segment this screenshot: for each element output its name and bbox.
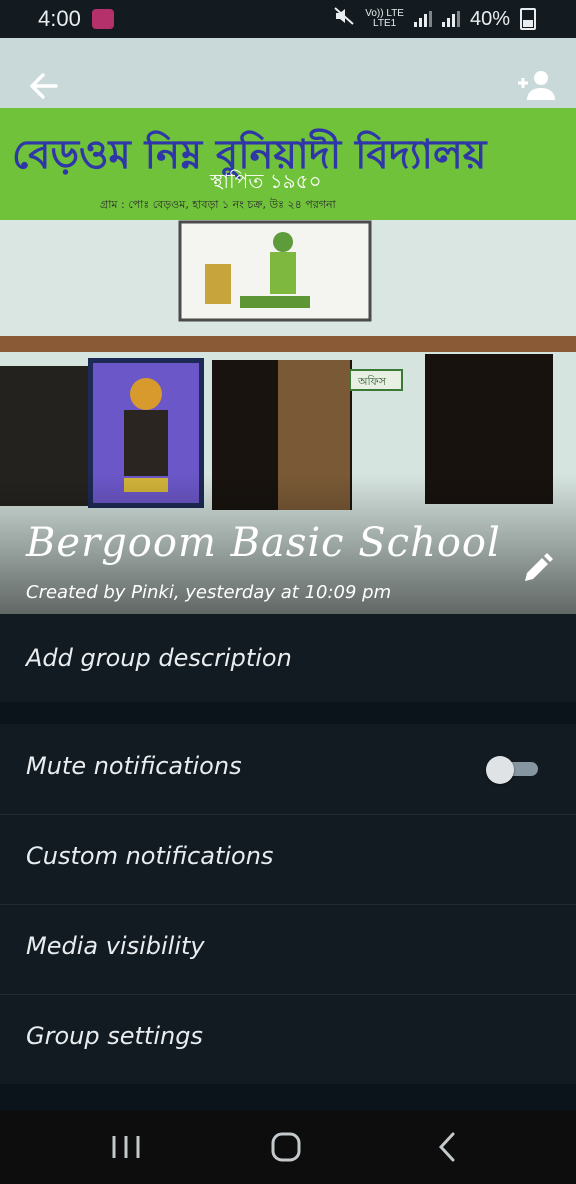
arrow-left-icon [30,73,58,99]
signal-icon-2 [441,11,460,27]
section-divider [0,702,576,724]
system-navigation-bar [0,1110,576,1184]
group-description-card[interactable]: Add group description [0,614,576,702]
recents-icon [112,1136,140,1158]
recents-button[interactable] [96,1128,156,1166]
group-settings-card: Mute notifications Custom notifications … [0,724,576,1084]
photo-address-text: গ্রাম : পোঃ বেড়ওম, হাবড়া ১ নং চক্র, উঃ… [100,198,337,211]
photo-door-sign-text: অফিস [357,375,387,388]
network-type: Vo)) LTE LTE1 [365,8,404,29]
media-visibility-label: Media visibility [26,932,205,960]
edit-group-name-button[interactable] [520,552,554,586]
signal-icon [413,11,432,27]
home-icon [271,1132,301,1162]
toggle-thumb [486,756,514,784]
back-chevron-icon [438,1132,455,1162]
add-group-description[interactable]: Add group description [26,644,292,672]
back-button[interactable] [24,66,64,106]
add-participant-button[interactable] [514,66,558,106]
group-created-text: Created by Pinki, yesterday at 10:09 pm [26,582,392,603]
section-divider-bottom [0,1084,576,1110]
mute-notifications-label: Mute notifications [26,752,242,780]
add-person-icon [518,71,555,100]
status-bar: 4:00 Vo)) LTE LTE1 40% [0,0,576,38]
system-back-button[interactable] [418,1128,478,1166]
battery-percent: 40% [469,7,510,30]
app-notification-icon [92,9,114,29]
battery-icon [520,8,536,30]
mute-notifications-toggle[interactable] [486,756,538,784]
mute-vibrate-icon [333,6,355,32]
mute-notifications-row[interactable]: Mute notifications [0,724,576,815]
custom-notifications-row[interactable]: Custom notifications [0,814,576,905]
custom-notifications-label: Custom notifications [26,842,274,870]
home-button[interactable] [256,1128,316,1166]
group-header: বেড়ওম নিম্ন বুনিয়াদী বিদ্যালয় স্থাপিত… [0,38,576,614]
status-time: 4:00 [38,6,81,31]
group-settings-row[interactable]: Group settings [0,994,576,1084]
group-settings-label: Group settings [26,1022,203,1050]
group-name: Bergoom Basic School [26,520,501,566]
status-indicators: Vo)) LTE LTE1 40% [333,6,536,32]
media-visibility-row[interactable]: Media visibility [0,904,576,995]
photo-subsign-text: স্থাপিত ১৯৫০ [209,169,322,193]
pencil-icon [525,553,553,581]
